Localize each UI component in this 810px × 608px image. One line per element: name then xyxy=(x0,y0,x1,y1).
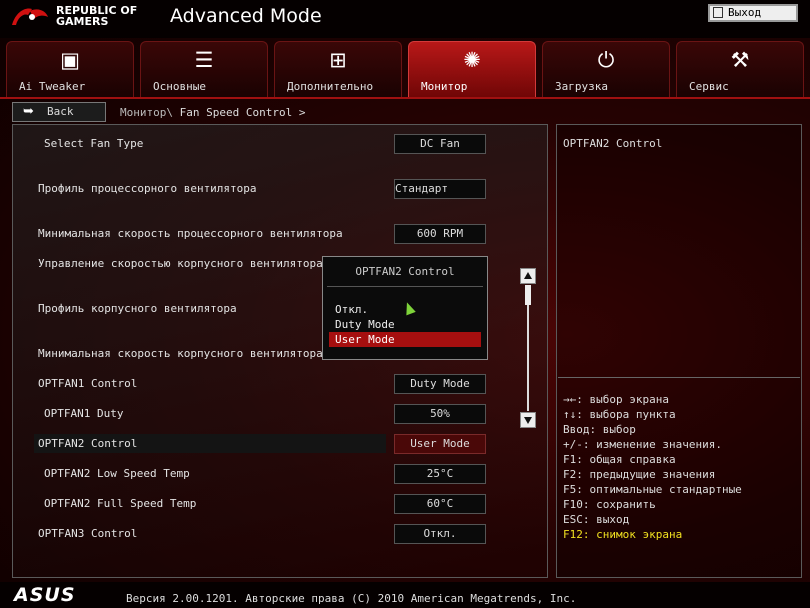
setting-label: OPTFAN2 Control xyxy=(38,437,138,450)
help-line-f12: F12: снимок экрана xyxy=(563,528,683,541)
scroll-down-button[interactable] xyxy=(520,412,536,428)
scroll-up-button[interactable] xyxy=(520,268,536,284)
tab-divider xyxy=(0,97,810,99)
tab-ai-tweaker[interactable]: ▣ Ai Tweaker xyxy=(6,41,134,97)
tab-advanced[interactable]: ⊞ Дополнительно xyxy=(274,41,402,97)
setting-label: Управление скоростью корпусного вентилят… xyxy=(38,257,323,270)
back-button[interactable]: ➥ Back xyxy=(12,102,106,122)
tab-label: Основные xyxy=(153,80,206,93)
help-line: +/-: изменение значения. xyxy=(563,438,722,451)
popup-title: OPTFAN2 Control xyxy=(355,265,455,278)
tab-label: Ai Tweaker xyxy=(19,80,86,93)
tab-label: Дополнительно xyxy=(287,80,374,93)
help-line: F10: сохранить xyxy=(563,498,656,511)
help-line: F2: предыдущие значения xyxy=(563,468,716,481)
tab-monitor[interactable]: ✺ Монитор xyxy=(408,41,536,97)
setting-label: Минимальная скорость корпусного вентилят… xyxy=(38,347,323,360)
help-line: F1: общая справка xyxy=(563,453,676,466)
cooler-icon: ▣ xyxy=(60,48,80,72)
popup-divider xyxy=(327,286,483,287)
scrollbar-thumb[interactable] xyxy=(525,285,531,305)
tab-tool[interactable]: ⚒ Сервис xyxy=(676,41,804,97)
exit-icon xyxy=(713,7,723,18)
board-icon: ⊞ xyxy=(329,48,347,72)
brand-line2: GAMERS xyxy=(56,15,109,28)
version-text: Версия 2.00.1201. Авторские права (C) 20… xyxy=(126,592,577,605)
tab-label: Сервис xyxy=(689,80,729,93)
help-line: ESC: выход xyxy=(563,513,630,526)
help-line: →←: выбор экрана xyxy=(563,393,669,406)
setting-value[interactable]: 25°C xyxy=(394,464,486,484)
setting-value[interactable]: 50% xyxy=(394,404,486,424)
setting-label: Минимальная скорость процессорного венти… xyxy=(38,227,343,240)
help-divider xyxy=(558,377,800,378)
back-arrow-icon: ➥ xyxy=(23,104,34,119)
setting-label: Профиль корпусного вентилятора xyxy=(38,302,237,315)
help-line: ↑↓: выбора пункта xyxy=(563,408,676,421)
help-title: OPTFAN2 Control xyxy=(563,137,663,150)
toolbox-icon: ⚒ xyxy=(730,48,750,72)
tab-main[interactable]: ☰ Основные xyxy=(140,41,268,97)
setting-label: OPTFAN1 Control xyxy=(38,377,138,390)
breadcrumb: Монитор\ Fan Speed Control > xyxy=(120,106,305,119)
rog-logo-icon xyxy=(12,8,48,25)
popup-option-selected[interactable]: User Mode xyxy=(329,332,481,347)
tab-label: Монитор xyxy=(421,80,468,93)
exit-button[interactable]: Выход xyxy=(708,4,798,22)
setting-label: Select Fan Type xyxy=(44,137,144,150)
setting-label: OPTFAN2 Full Speed Temp xyxy=(44,497,197,510)
brand-text: REPUBLIC OF GAMERS xyxy=(56,5,137,27)
setting-label: OPTFAN3 Control xyxy=(38,527,138,540)
tab-label: Загрузка xyxy=(555,80,608,93)
help-line: Ввод: выбор xyxy=(563,423,636,436)
page-title: Advanced Mode xyxy=(170,5,322,27)
asus-logo: ASUS xyxy=(14,584,76,606)
setting-value[interactable]: Откл. xyxy=(394,524,486,544)
setting-value[interactable]: 60°C xyxy=(394,494,486,514)
exit-label: Выход xyxy=(728,6,762,19)
thermometer-icon: ✺ xyxy=(463,48,481,72)
list-icon: ☰ xyxy=(194,48,214,72)
setting-value[interactable]: User Mode xyxy=(394,434,486,454)
power-icon: ⏻ xyxy=(597,48,615,72)
breadcrumb-parent[interactable]: Монитор\ xyxy=(120,106,173,119)
tab-boot[interactable]: ⏻ Загрузка xyxy=(542,41,670,97)
popup-option[interactable]: Duty Mode xyxy=(329,317,481,332)
setting-value[interactable]: DC Fan xyxy=(394,134,486,154)
breadcrumb-current: Fan Speed Control > xyxy=(179,106,306,119)
setting-label: OPTFAN1 Duty xyxy=(44,407,124,420)
setting-label: OPTFAN2 Low Speed Temp xyxy=(44,467,190,480)
setting-value[interactable]: Duty Mode xyxy=(394,374,486,394)
back-label: Back xyxy=(47,105,74,118)
help-line: F5: оптимальные стандартные xyxy=(563,483,742,496)
setting-value[interactable]: Стандарт xyxy=(394,179,486,199)
setting-label: Профиль процессорного вентилятора xyxy=(38,182,257,195)
setting-value[interactable]: 600 RPM xyxy=(394,224,486,244)
